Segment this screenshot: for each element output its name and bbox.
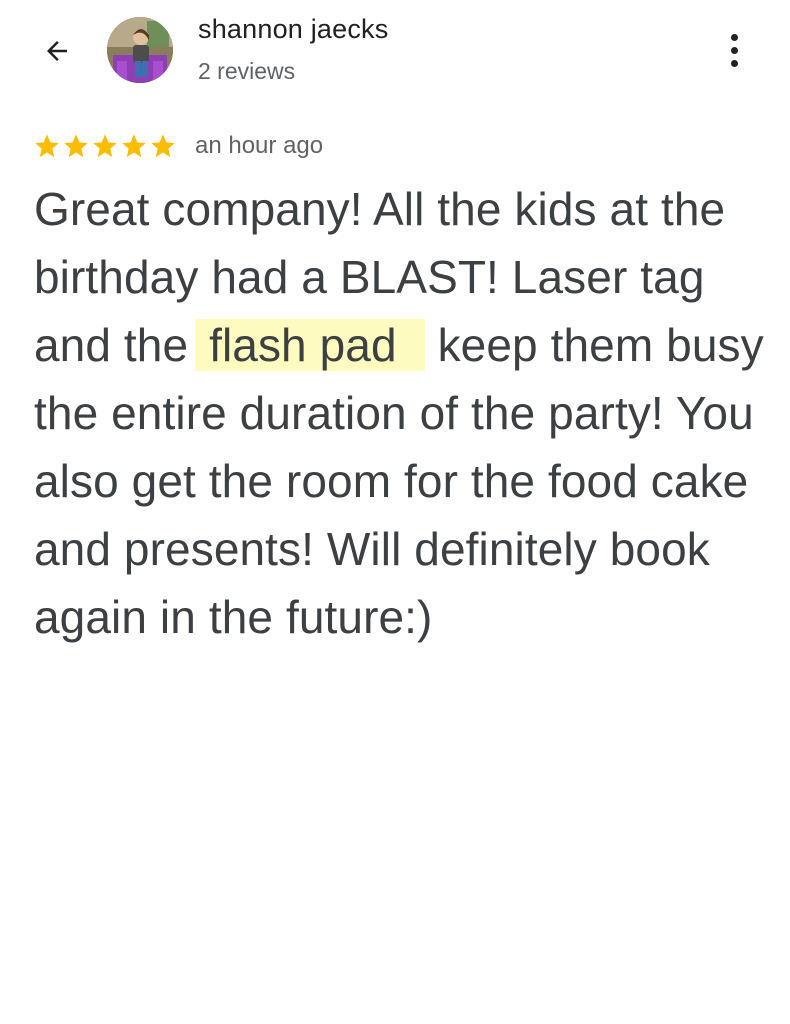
star-icon xyxy=(151,134,175,158)
star-icon xyxy=(93,134,117,158)
star-icon xyxy=(64,134,88,158)
more-vert-icon xyxy=(730,33,738,41)
highlighted-phrase: flash pad xyxy=(195,319,425,371)
arrow-back-icon xyxy=(47,41,67,61)
review-text: Great company! All the kids at the birth… xyxy=(34,175,764,651)
author-name[interactable]: shannon jaecks xyxy=(198,14,388,45)
review-header: shannon jaecks 2 reviews xyxy=(0,0,790,110)
more-vert-icon xyxy=(730,46,738,54)
star-icon xyxy=(122,134,146,158)
rating-row: an hour ago xyxy=(33,128,323,164)
star-rating xyxy=(33,132,177,160)
avatar-photo xyxy=(107,17,173,83)
more-vert-icon xyxy=(730,59,738,67)
avatar[interactable] xyxy=(107,17,173,83)
review-timestamp: an hour ago xyxy=(195,132,324,159)
star-icon xyxy=(35,134,59,158)
review-count: 2 reviews xyxy=(198,58,296,84)
back-button[interactable] xyxy=(34,28,80,74)
more-options-button[interactable] xyxy=(716,28,752,72)
